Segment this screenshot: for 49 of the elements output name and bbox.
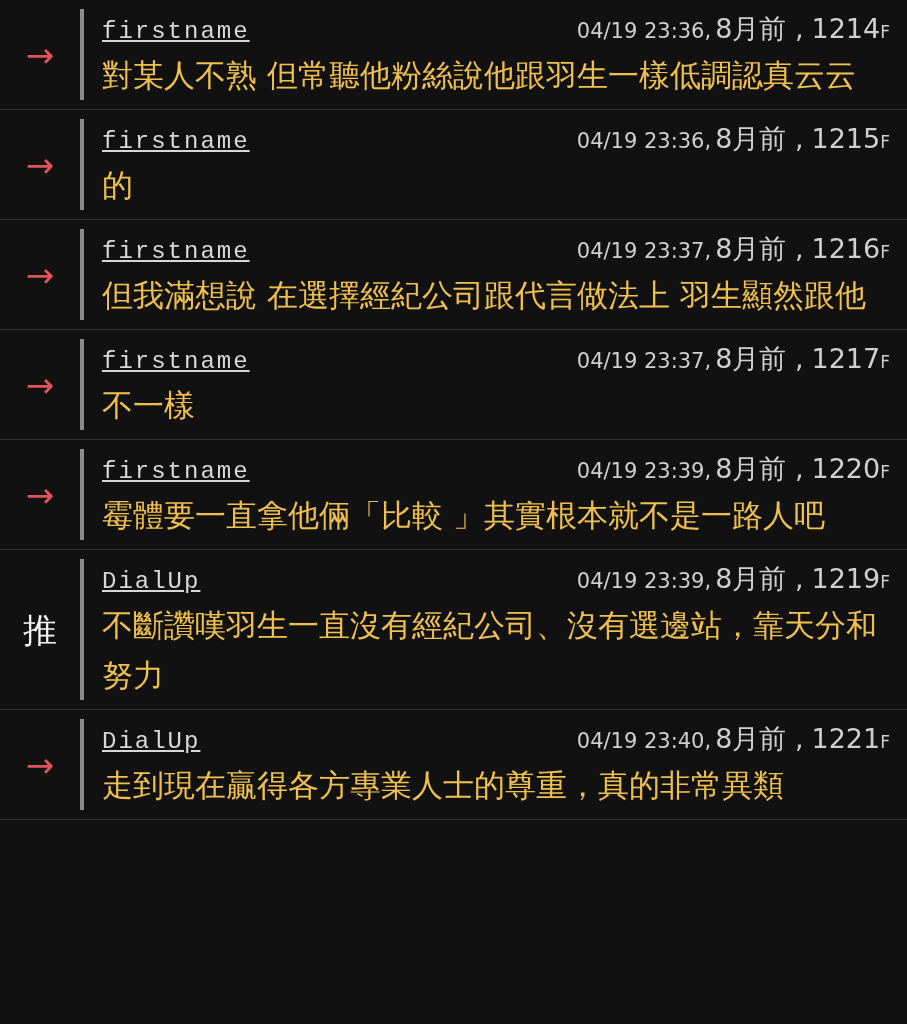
comment-tag: → bbox=[25, 367, 55, 402]
comment-tag: → bbox=[25, 257, 55, 292]
floor-number: 1221 bbox=[811, 722, 881, 756]
comment-tag: 推 bbox=[23, 612, 57, 647]
comment-text: 對某人不熟 但常聽他粉絲說他跟羽生一樣低調認真云云 bbox=[102, 56, 857, 95]
comment-text: 的 bbox=[102, 166, 134, 205]
floor-number: 1220 bbox=[811, 452, 881, 486]
floor-suffix: F bbox=[880, 571, 890, 594]
username-link[interactable]: DialUp bbox=[102, 724, 201, 760]
floor-suffix: F bbox=[880, 21, 890, 44]
username-link[interactable]: firstname bbox=[102, 234, 250, 270]
comment-date: 04/19 23:39, bbox=[576, 568, 712, 595]
comment-age: 8月前 , bbox=[715, 12, 804, 46]
floor-suffix: F bbox=[880, 131, 890, 154]
comment-age: 8月前 , bbox=[715, 452, 804, 486]
username-link[interactable]: firstname bbox=[102, 14, 250, 50]
floor-suffix: F bbox=[880, 461, 890, 484]
comment-age: 8月前 , bbox=[715, 342, 804, 376]
comment-text: 不斷讚嘆羽生一直沒有經紀公司、沒有選邊站，靠天分和努力 bbox=[102, 606, 878, 695]
comment-date: 04/19 23:36, bbox=[576, 18, 712, 45]
comment-date: 04/19 23:37, bbox=[576, 238, 712, 265]
floor-number: 1214 bbox=[811, 12, 881, 46]
floor-number: 1216 bbox=[811, 232, 881, 266]
comment-age: 8月前 , bbox=[715, 722, 804, 756]
comment-age: 8月前 , bbox=[715, 122, 804, 156]
comment-date: 04/19 23:37, bbox=[576, 348, 712, 375]
floor-suffix: F bbox=[880, 241, 890, 264]
comment-text: 霉體要一直拿他倆「比較 」其實根本就不是一路人吧 bbox=[102, 496, 826, 535]
username-link[interactable]: DialUp bbox=[102, 564, 201, 600]
comment-text: 不一樣 bbox=[102, 386, 196, 425]
floor-number: 1219 bbox=[811, 562, 881, 596]
comment-date: 04/19 23:40, bbox=[576, 728, 712, 755]
comment-date: 04/19 23:39, bbox=[576, 458, 712, 485]
username-link[interactable]: firstname bbox=[102, 454, 250, 490]
comment-tag: → bbox=[25, 147, 55, 182]
comment-date: 04/19 23:36, bbox=[576, 128, 712, 155]
comment-tag: → bbox=[25, 477, 55, 512]
comment-tag: → bbox=[25, 37, 55, 72]
comment-tag: → bbox=[25, 747, 55, 782]
comment-age: 8月前 , bbox=[715, 232, 804, 266]
username-link[interactable]: firstname bbox=[102, 344, 250, 380]
floor-number: 1215 bbox=[811, 122, 881, 156]
comment-text: 走到現在贏得各方專業人士的尊重，真的非常異類 bbox=[102, 766, 785, 805]
comment-text: 但我滿想說 在選擇經紀公司跟代言做法上 羽生顯然跟他 bbox=[102, 276, 867, 315]
comment-age: 8月前 , bbox=[715, 562, 804, 596]
floor-suffix: F bbox=[880, 731, 890, 754]
floor-number: 1217 bbox=[811, 342, 881, 376]
username-link[interactable]: firstname bbox=[102, 124, 250, 160]
floor-suffix: F bbox=[880, 351, 890, 374]
